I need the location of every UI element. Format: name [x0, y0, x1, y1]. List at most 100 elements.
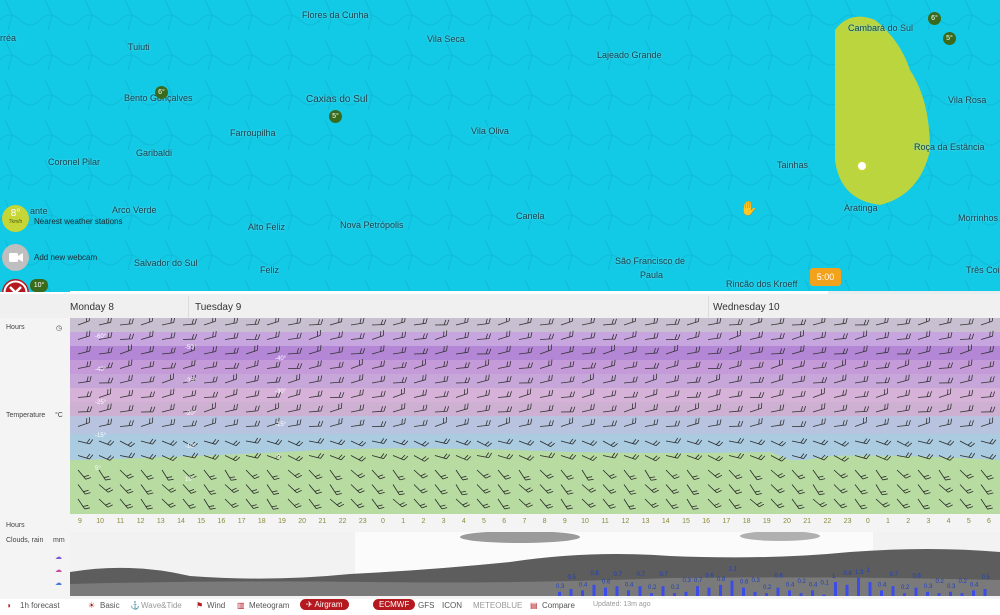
- hour-cell: 0: [381, 518, 385, 525]
- hours-label-bottom: Hours: [6, 522, 25, 529]
- precip-value: 0.5: [982, 575, 991, 581]
- precip-bar: [592, 584, 596, 596]
- tab-meteogram[interactable]: Meteogram: [249, 601, 289, 610]
- temperature-badge[interactable]: 5°: [329, 110, 342, 123]
- current-temp-button[interactable]: 8° 7km/h: [2, 205, 29, 232]
- clouds-svg: 0.30.50.40.80.60.70.40.70.20.70.20.3 0.70…: [70, 532, 1000, 596]
- close-button[interactable]: [2, 279, 29, 292]
- city-label: Coronel Pilar: [48, 157, 101, 167]
- precip-bar: [707, 587, 711, 596]
- model-icon[interactable]: ICON: [442, 601, 462, 610]
- hour-cell: 14: [177, 518, 185, 525]
- day-label: Tuesday 9: [195, 302, 242, 313]
- precip-value: 0.2: [671, 585, 680, 591]
- current-wind-value: 7km/h: [8, 219, 23, 225]
- precip-bar: [937, 593, 941, 596]
- precip-bar: [558, 591, 561, 596]
- temp-label: -60°: [95, 334, 107, 340]
- time-marker[interactable]: 5:00: [810, 268, 841, 286]
- precip-value: 0.2: [936, 579, 945, 585]
- webcam-button[interactable]: [2, 244, 29, 271]
- precip-bar: [960, 593, 964, 596]
- city-label: ante: [30, 206, 48, 216]
- city-label: Lajeado Grande: [597, 50, 662, 60]
- temperature-badge[interactable]: 6°: [928, 12, 941, 25]
- add-webcam-label[interactable]: Add new webcam: [34, 253, 97, 262]
- city-label: Morrinhos: [958, 213, 999, 223]
- temp-label: -20°: [185, 411, 197, 417]
- hour-cell: 9: [562, 518, 567, 525]
- temp-label: -25°: [95, 400, 107, 406]
- hour-cell: 21: [803, 518, 812, 525]
- clouds-chart: 0.3 0.5 0.4 0.8 0.6 0.7 0.4 0.7 0.2 0.7 0.2 0.3 0.7 0…: [70, 532, 1000, 596]
- hour-cell: 3: [441, 518, 446, 525]
- precip-bar: [903, 593, 906, 596]
- precip-bar: [799, 593, 803, 596]
- precip-value: 0.2: [901, 585, 910, 591]
- tab-basic[interactable]: Basic: [100, 601, 120, 610]
- compare-icon: ▤: [530, 601, 538, 610]
- hour-cell: 21: [318, 518, 327, 525]
- airgram-chart[interactable]: -60° -50° -40° -40° -35° -30° -25° -20° -15° -15°…: [70, 318, 1000, 514]
- forecast-toggle-icon[interactable]: ◑: [6, 601, 11, 610]
- temp-label: -15°: [95, 433, 107, 439]
- precip-bar: [788, 590, 791, 596]
- tab-wave-tide[interactable]: Wave&Tide: [141, 601, 182, 610]
- hour-cell: 3: [926, 518, 931, 525]
- hour-cell: 10: [581, 518, 589, 525]
- city-label: rréa: [0, 33, 17, 43]
- precip-bar: [569, 589, 573, 596]
- precip-bar: [834, 582, 837, 596]
- tab-wind[interactable]: Wind: [207, 601, 225, 610]
- hand-cursor-icon: ✋: [740, 200, 758, 216]
- precip-bar: [696, 586, 699, 596]
- weather-map[interactable]: Flores da Cunha Cambará do Sul rréa Tuiu…: [0, 0, 1000, 292]
- wave-icon: ⚓: [130, 601, 140, 610]
- city-label: Roça da Estância: [914, 142, 985, 152]
- hour-cell: 2: [421, 518, 426, 525]
- tab-airgram-label: Airgram: [314, 600, 343, 609]
- precip-bar: [880, 590, 883, 596]
- compare-button[interactable]: Compare: [542, 601, 575, 610]
- tab-airgram[interactable]: ✈ Airgram: [300, 599, 349, 610]
- hour-cell: 5: [966, 518, 971, 525]
- precip-bar: [868, 582, 872, 596]
- city-label: Tuiuti: [128, 42, 150, 52]
- city-label: Tainhas: [777, 160, 809, 170]
- model-gfs[interactable]: GFS: [418, 601, 434, 610]
- precip-bar: [765, 593, 768, 596]
- temperature-badge[interactable]: 5°: [943, 32, 956, 45]
- forecast-label[interactable]: 1h forecast: [20, 601, 60, 610]
- hour-cell: 2: [906, 518, 911, 525]
- city-label: São Francisco de: [615, 256, 686, 266]
- city-label: Paula: [640, 270, 664, 280]
- temp-label: 5°: [95, 466, 101, 472]
- city-label: Alto Feliz: [248, 222, 286, 232]
- precip-bar: [776, 587, 780, 596]
- city-label: Nova Petrópolis: [340, 220, 404, 230]
- model-meteoblue[interactable]: METEOBLUE: [473, 601, 522, 610]
- hour-cell: 15: [682, 518, 690, 525]
- hour-cell: 5: [482, 518, 486, 525]
- precip-value: 0.1: [821, 581, 830, 587]
- temperature-badge[interactable]: 10°: [30, 279, 48, 292]
- temperature-badge[interactable]: 6°: [155, 86, 168, 99]
- city-label: Garibaldi: [136, 148, 173, 158]
- model-ecmwf[interactable]: ECMWF: [373, 599, 416, 610]
- day-label: Monday 8: [70, 302, 114, 313]
- precip-value: 0.6: [913, 574, 922, 580]
- city-label: Feliz: [260, 265, 280, 275]
- precip-value: 0.3: [752, 578, 761, 584]
- low-cloud-icon: ☁: [55, 554, 62, 561]
- day-label: Wednesday 10: [713, 302, 780, 313]
- hour-cell: 1: [401, 518, 406, 525]
- city-label: Aratinga: [844, 203, 878, 213]
- precip-value: 0.4: [878, 582, 887, 588]
- city-label: Farroupilha: [230, 128, 276, 138]
- meteogram-icon: ▥: [237, 601, 245, 610]
- nearest-stations-label[interactable]: Nearest weather stations: [34, 217, 123, 226]
- hour-cell: 14: [661, 518, 670, 525]
- precip-bar: [673, 593, 676, 596]
- hour-cell: 4: [946, 518, 951, 525]
- precip-value: 0.4: [809, 582, 818, 588]
